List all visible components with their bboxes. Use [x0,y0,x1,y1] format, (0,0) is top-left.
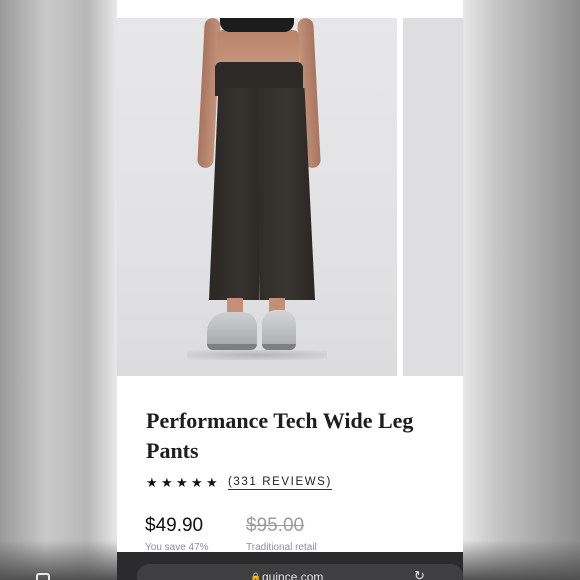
tabs-icon[interactable] [36,573,50,580]
sneaker-left [207,312,257,350]
star-icon: ★ [191,475,203,490]
product-photo-next[interactable] [403,18,463,376]
share-icon[interactable]: ↻ [414,568,425,580]
floor-shadow [187,350,327,360]
star-icon: ★ [206,475,218,490]
address-bar-url[interactable]: quince.com [262,570,323,580]
original-price: $95.00 [246,515,305,536]
lock-icon: 🔒 [250,572,262,580]
product-image-gallery[interactable] [117,18,463,376]
sale-price: $49.90 [145,515,204,536]
rating-row[interactable]: ★ ★ ★ ★ ★ (331 REVIEWS) [146,474,332,492]
reviews-link[interactable]: (331 REVIEWS) [228,476,332,490]
product-title: Performance Tech Wide Leg Pants [146,408,414,463]
star-icon: ★ [146,475,158,490]
product-photo-main[interactable] [117,18,397,376]
star-icon: ★ [176,475,188,490]
star-icon: ★ [161,475,173,490]
model-top [220,18,294,32]
pants-left-leg [209,88,261,300]
phone-screen: Performance Tech Wide Leg Pants ★ ★ ★ ★ … [117,0,463,580]
sneaker-right [262,310,296,350]
